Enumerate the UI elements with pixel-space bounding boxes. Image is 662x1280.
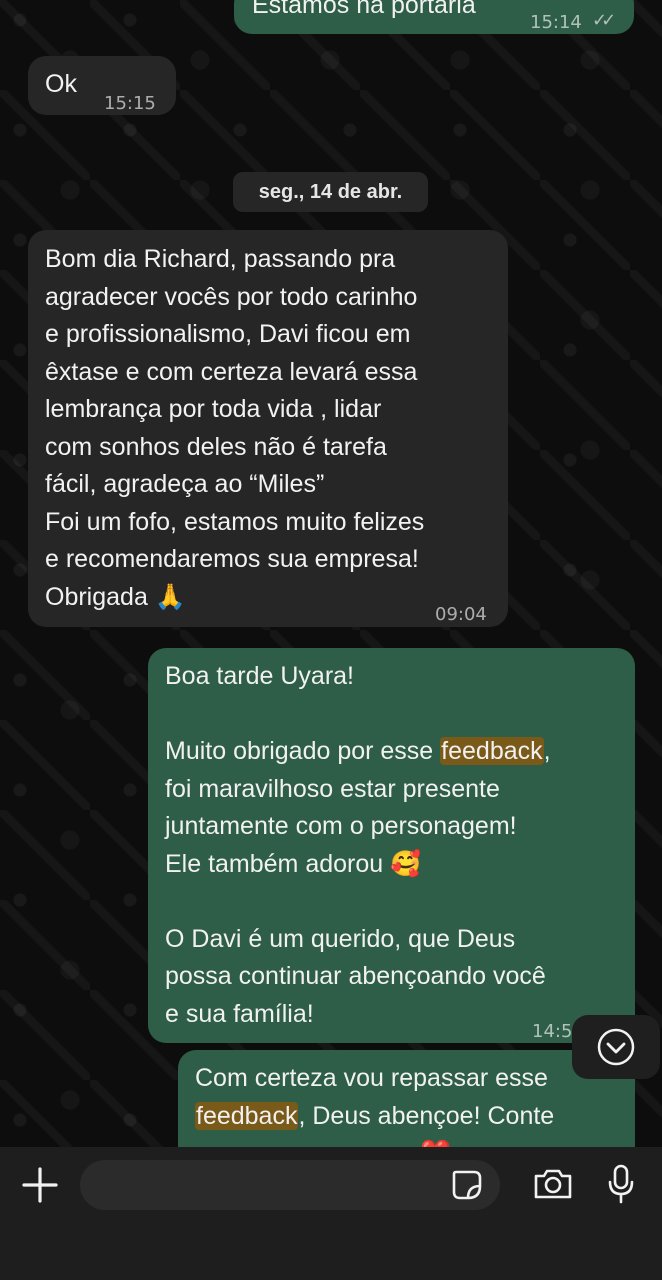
message-line: feedback, Deus abençoe! Conte (195, 1098, 554, 1136)
message-line: Boa tarde Uyara! (165, 662, 354, 690)
message-line: Com certeza vou repassar esse (195, 1064, 548, 1092)
message-line: lembrança por toda vida , lidar (45, 395, 382, 423)
camera-icon[interactable] (532, 1166, 574, 1202)
message-line: êxtase e com certeza levará essa (45, 357, 418, 386)
message-line: Foi um fofo, estamos muito felizes (45, 507, 425, 536)
message-text: Boa tarde Uyara! Muito obrigado por esse… (165, 658, 551, 1033)
message-line: juntamente com o personagem! (165, 812, 517, 840)
message-line: Obrigada 🙏 (45, 582, 186, 611)
message-fragment: , (543, 737, 551, 765)
sticker-icon[interactable] (450, 1168, 484, 1202)
message-line: Ele também adorou 🥰 (165, 849, 422, 878)
highlighted-word: feedback (195, 1101, 299, 1130)
message-text: Ok (45, 70, 77, 98)
message-line: e sua família! (165, 999, 314, 1028)
message-time: 15:15 (104, 93, 156, 114)
date-separator: seg., 14 de abr. (233, 172, 428, 212)
message-bubble-outgoing[interactable]: Boa tarde Uyara! Muito obrigado por esse… (148, 648, 635, 1043)
message-fragment: Muito obrigado por esse (165, 737, 441, 765)
plus-icon[interactable] (20, 1165, 60, 1205)
message-line: com sonhos deles não é tarefa (45, 432, 387, 461)
message-line: O Davi é um querido, que Deus (165, 924, 516, 953)
message-line: foi maravilhoso estar presente (165, 774, 500, 803)
scroll-to-bottom-button[interactable] (572, 1015, 660, 1079)
message-bubble-outgoing[interactable]: Estamos na portaria 15:14 ✓✓ (234, 0, 634, 34)
message-line: e recomendaremos sua empresa! (45, 545, 419, 573)
message-text: Estamos na portaria (252, 0, 476, 19)
chevron-down-icon (597, 1028, 635, 1066)
message-line: Muito obrigado por esse feedback, (165, 733, 551, 771)
message-time: 15:14 (530, 12, 582, 33)
message-time: 14:5 (532, 1021, 573, 1042)
message-fragment: , Deus abençoe! Conte (298, 1101, 555, 1130)
message-bubble-incoming[interactable]: Ok 15:15 (28, 56, 176, 115)
microphone-icon[interactable] (606, 1163, 636, 1205)
message-text: Bom dia Richard, passando pra agradecer … (45, 241, 424, 616)
message-bubble-incoming[interactable]: Bom dia Richard, passando pra agradecer … (28, 230, 508, 627)
highlighted-word: feedback (440, 737, 544, 765)
message-line: fácil, agradeça ao “Miles” (45, 470, 325, 498)
message-line: Bom dia Richard, passando pra (45, 245, 396, 273)
message-input[interactable] (80, 1160, 500, 1210)
message-line: agradecer vocês por todo carinho (45, 282, 418, 311)
message-line: possa continuar abençoando você (165, 962, 546, 990)
read-receipt-icon: ✓✓ (592, 10, 616, 30)
message-time: 09:04 (435, 604, 487, 625)
message-line: e profissionalismo, Davi ficou em (45, 320, 411, 348)
